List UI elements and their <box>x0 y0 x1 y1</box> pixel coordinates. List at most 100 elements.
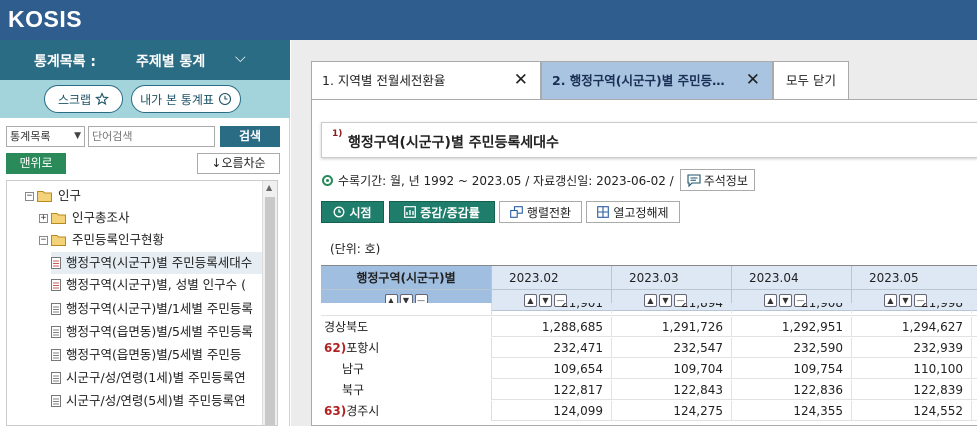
row-footnote: 62) <box>324 341 347 355</box>
search-button[interactable]: 검색 <box>220 126 280 147</box>
tree-node-resident-registration[interactable]: − 주민등록인구현황 <box>39 229 164 251</box>
chevron-down-icon[interactable]: ⌵ <box>235 50 246 66</box>
stat-table-icon <box>51 279 61 291</box>
clock-icon <box>218 92 231 106</box>
table-cell: 124,552 <box>852 401 972 421</box>
table-cell: 21,901 <box>492 303 612 313</box>
table-row: 북구 122,817 122,843 122,836 122,839 <box>321 380 977 400</box>
scrollbar-thumb[interactable] <box>265 197 275 425</box>
period-info: 수록기간: 월, 년 1992 ~ 2023.05 / 자료갱신일: 2023-… <box>338 173 674 188</box>
chart-icon <box>404 206 417 218</box>
table-title-bar: 1) 행정구역(시군구)별 주민등록세대수 <box>321 122 977 158</box>
tree-node-label: 주민등록인구현황 <box>72 232 165 247</box>
row-label[interactable]: 62)포항시 <box>321 338 492 358</box>
tree-node-label: 시군구/성/연령(5세)별 주민등록연 <box>66 393 246 408</box>
table-cell: 232,547 <box>612 338 732 358</box>
collapse-toggle-icon[interactable]: − <box>39 235 48 245</box>
table-cell: 21,998 <box>852 303 972 313</box>
table-row: 63)경주시 124,099 124,275 124,355 124,552 <box>321 401 977 421</box>
tab-label: 2. 행정구역(시군구)별 주민등… <box>552 73 725 88</box>
unfreeze-columns-button[interactable]: 열고정해제 <box>586 201 680 223</box>
table-cell: 109,754 <box>732 359 852 379</box>
table-cell: 122,839 <box>852 380 972 400</box>
tree-node-dong-by-age-5[interactable]: 행정구역(읍면동)별/5세별 주민등록 <box>51 321 253 343</box>
row-label[interactable]: 경상북도 <box>321 317 492 337</box>
scrap-button[interactable]: 스크랩 <box>44 85 123 113</box>
tree-node-sigungu-age-5[interactable]: 시군구/성/연령(5세)별 주민등록연 <box>51 390 246 412</box>
tab-label: 1. 지역별 전월세전환율 <box>322 73 446 88</box>
close-icon[interactable]: ✕ <box>746 62 760 99</box>
stat-table-icon <box>51 395 61 407</box>
time-point-label: 시점 <box>349 205 372 220</box>
sort-ascending-button[interactable]: ↓︎오름차순 <box>197 153 280 174</box>
tab-rent-conversion[interactable]: 1. 지역별 전월세전환율 ✕ <box>311 61 541 100</box>
table-cell: 232,939 <box>852 338 972 358</box>
main-area: 1. 지역별 전월세전환율 ✕ 2. 행정구역(시군구)별 주민등… ✕ 모두 … <box>291 40 977 426</box>
search-row: 통계목록 ▼ 검색 <box>0 126 290 148</box>
time-point-button[interactable]: 시점 <box>321 201 384 223</box>
row-label[interactable]: 63)경주시 <box>321 401 492 421</box>
table-cell: 122,836 <box>732 380 852 400</box>
search-input[interactable] <box>88 126 215 147</box>
column-header: 2023.04 <box>732 266 852 290</box>
sidebar-subbar: 스크랩 내가 본 통계표 <box>0 80 290 118</box>
tree-node-label: 인구총조사 <box>72 210 130 225</box>
folder-icon <box>51 213 66 224</box>
transpose-label: 행렬전환 <box>526 205 572 220</box>
tree-node-label: 시군구/성/연령(1세)별 주민등록연 <box>66 370 246 385</box>
go-top-button[interactable]: 맨위로 <box>6 153 66 174</box>
my-viewed-stats-button[interactable]: 내가 본 통계표 <box>131 85 241 113</box>
table-cell: 232,471 <box>492 338 612 358</box>
tree-node-population[interactable]: − 인구 <box>25 185 81 207</box>
expand-toggle-icon[interactable]: + <box>39 213 48 223</box>
table-cell: 124,355 <box>732 401 852 421</box>
row-label[interactable]: 북구 <box>321 380 492 400</box>
tree-node-population-by-sex[interactable]: 행정구역(시군구)별, 성별 인구수 ( <box>51 274 246 296</box>
note-info-button[interactable]: 주석정보 <box>679 169 755 191</box>
sidebar: 통계목록 : 주제별 통계 ⌵ 스크랩 내가 본 통계표 통계목록 ▼ 검색 맨… <box>0 40 290 426</box>
star-icon <box>95 92 110 106</box>
tree-node-label: 행정구역(읍면동)별/5세별 주민등 <box>66 347 242 362</box>
tree-node-household-count[interactable]: 행정구역(시군구)별 주민등록세대수 <box>51 252 265 274</box>
stats-mode-select[interactable]: 주제별 통계 <box>136 51 205 71</box>
search-scope-select[interactable]: 통계목록 ▼ <box>6 126 85 147</box>
comment-icon <box>687 173 701 187</box>
tree-node-label: 행정구역(시군구)별/1세별 주민등록 <box>66 301 253 316</box>
tree-node-census[interactable]: + 인구총조사 <box>39 207 130 229</box>
tree-scrollbar[interactable]: ▲ <box>262 181 277 425</box>
table-row: 남구 109,654 109,704 109,754 110,100 <box>321 359 977 379</box>
kosis-logo[interactable]: KOSIS <box>8 6 82 33</box>
table-row: 62)포항시 232,471 232,547 232,590 232,939 <box>321 338 977 358</box>
unfreeze-columns-label: 열고정해제 <box>613 205 669 220</box>
dropdown-arrow-icon: ▼ <box>74 131 81 141</box>
stat-table-icon <box>51 303 61 315</box>
tree-node-label: 행정구역(시군구)별 주민등록세대수 <box>66 255 253 270</box>
tree-node-sigungu-age-1[interactable]: 시군구/성/연령(1세)별 주민등록연 <box>51 367 246 389</box>
row-label-text: 북구 <box>342 383 365 397</box>
transpose-button[interactable]: 행렬전환 <box>499 201 582 223</box>
tree-node-by-age-1[interactable]: 행정구역(시군구)별/1세별 주민등록 <box>51 298 253 320</box>
table-cell: 109,704 <box>612 359 732 379</box>
table-meta: 수록기간: 월, 년 1992 ~ 2023.05 / 자료갱신일: 2023-… <box>322 169 755 191</box>
my-viewed-stats-label: 내가 본 통계표 <box>140 92 214 107</box>
title-footnote-number: 1) <box>332 129 343 139</box>
tree-node-dong-by-age-5b[interactable]: 행정구역(읍면동)별/5세별 주민등 <box>51 344 241 366</box>
table-cell: 122,817 <box>492 380 612 400</box>
tree-node-label: 인구 <box>58 188 82 203</box>
table-cell: 21,894 <box>612 303 732 313</box>
row-label-text: 경상북도 <box>324 320 369 334</box>
table-cell: 124,099 <box>492 401 612 421</box>
tab-household-count[interactable]: 2. 행정구역(시군구)별 주민등… ✕ <box>541 61 773 100</box>
table-row: 경상북도 1,288,685 1,291,726 1,292,951 1,294… <box>321 317 977 337</box>
table-cell: 1,288,685 <box>492 317 612 337</box>
stat-table-icon <box>51 257 61 269</box>
change-rate-button[interactable]: 증감/증감률 <box>389 201 495 223</box>
row-label[interactable]: 남구 <box>321 359 492 379</box>
collapse-toggle-icon[interactable]: − <box>25 191 34 201</box>
close-all-tabs-button[interactable]: 모두 닫기 <box>773 61 849 100</box>
scroll-up-icon[interactable]: ▲ <box>266 183 272 192</box>
close-icon[interactable]: ✕ <box>514 62 528 99</box>
stat-table-icon <box>51 326 61 338</box>
row-header-title: 행정구역(시군구)별 <box>321 266 492 290</box>
sidebar-header: 통계목록 : 주제별 통계 ⌵ <box>0 40 290 80</box>
